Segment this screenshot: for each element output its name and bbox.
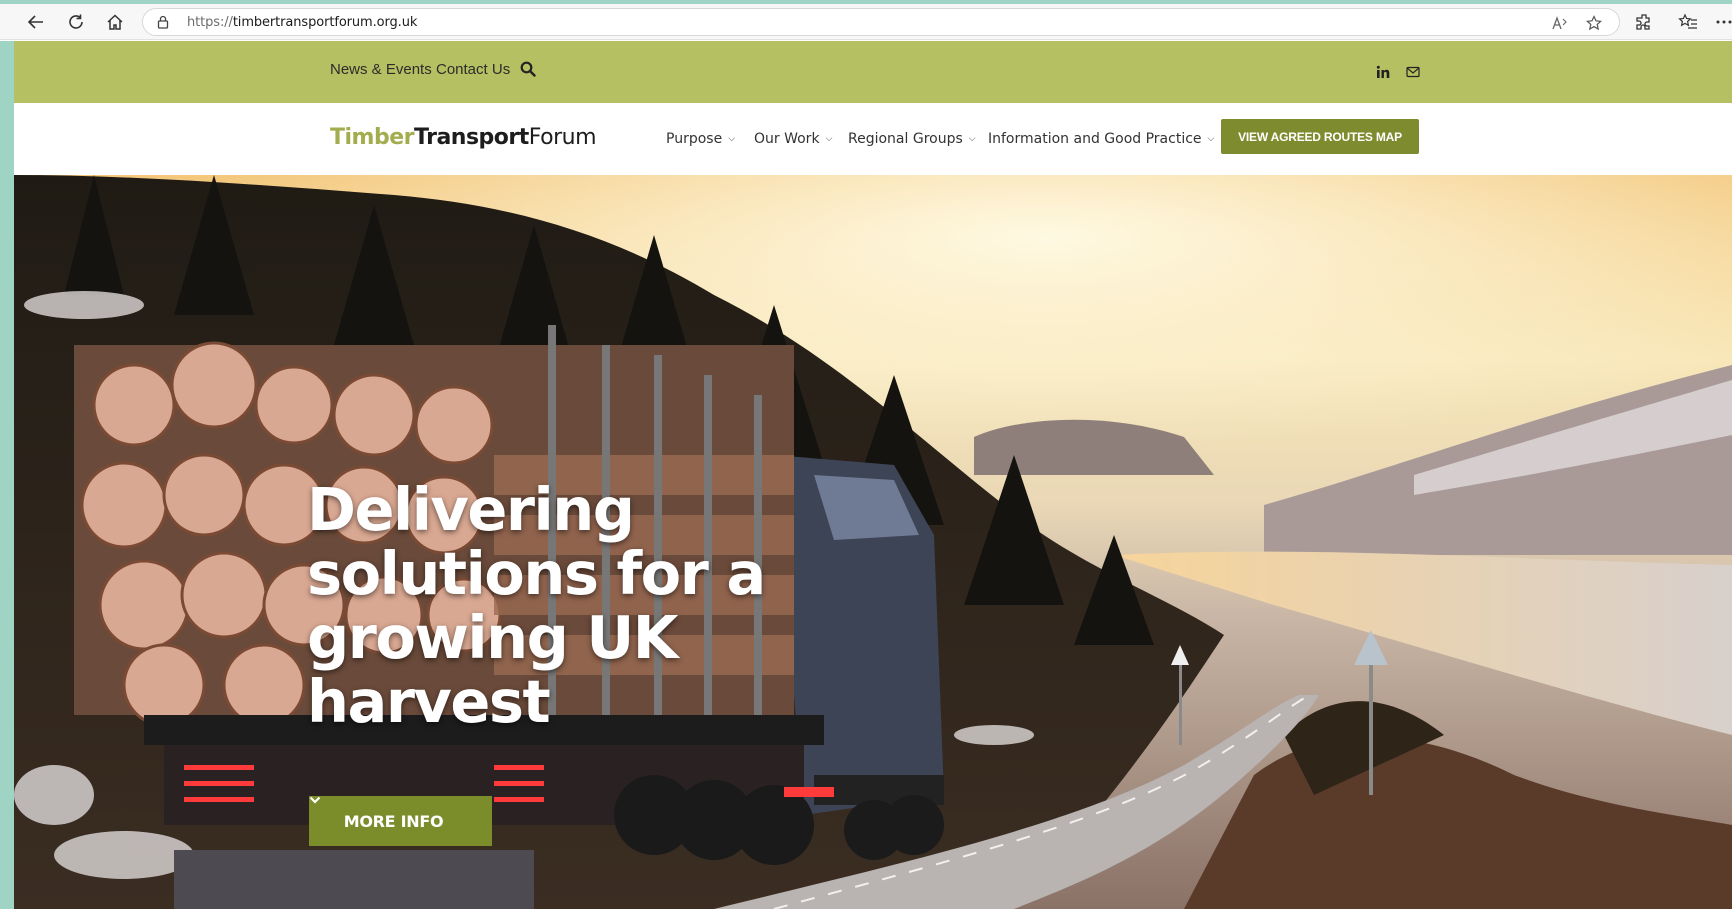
news-events-link[interactable]: News & Events [330, 61, 432, 78]
more-info-button[interactable]: MORE INFO [309, 796, 492, 846]
nav-item-label: Our Work [754, 131, 820, 147]
url-protocol: https:// [187, 15, 233, 30]
browser-toolbar: https://timbertransportforum.org.uk [0, 4, 1732, 40]
contact-us-link[interactable]: Contact Us [436, 61, 510, 78]
nav-item-label: Regional Groups [848, 131, 963, 147]
headline-line: solutions for a [307, 539, 766, 608]
refresh-icon[interactable] [62, 9, 90, 35]
hero-section: Delivering solutions for a growing UK ha… [14, 175, 1732, 909]
nav-item-information-good-practice[interactable]: Information and Good Practice ⌵ [988, 131, 1214, 147]
chevron-down-icon: ⌵ [825, 134, 833, 144]
nav-item-label: Purpose [666, 131, 723, 147]
read-aloud-icon[interactable] [1550, 14, 1570, 32]
logo-timber: Timber [330, 125, 415, 150]
hero-headline: Delivering solutions for a growing UK ha… [307, 478, 867, 734]
main-navigation: TimberTransportForum Purpose ⌵ Our Work … [14, 103, 1732, 175]
utility-bar: News & Events Contact Us [14, 41, 1732, 103]
favorite-star-icon[interactable] [1584, 14, 1604, 32]
linkedin-icon[interactable] [1374, 63, 1392, 81]
search-icon[interactable] [520, 61, 538, 79]
view-agreed-routes-map-button[interactable]: VIEW AGREED ROUTES MAP [1221, 119, 1419, 154]
logo-transport: Transport [414, 125, 529, 150]
hero-background-image [14, 175, 1732, 909]
window-left-edge [0, 41, 14, 909]
more-icon[interactable] [1710, 9, 1732, 35]
chevron-down-icon: ⌵ [728, 134, 736, 144]
back-icon[interactable] [22, 9, 50, 35]
favorites-list-icon[interactable] [1674, 9, 1702, 35]
extensions-icon[interactable] [1630, 9, 1658, 35]
url-text[interactable]: https://timbertransportforum.org.uk [187, 15, 417, 30]
headline-line: growing UK [307, 603, 679, 672]
nav-item-our-work[interactable]: Our Work ⌵ [754, 131, 832, 147]
url-host: timbertransportforum.org.uk [232, 15, 418, 30]
nav-item-label: Information and Good Practice [988, 131, 1202, 147]
lock-icon[interactable] [157, 15, 169, 34]
headline-line: harvest [307, 667, 551, 736]
email-icon[interactable] [1404, 63, 1422, 81]
chevron-down-icon: ⌵ [968, 134, 976, 144]
nav-item-regional-groups[interactable]: Regional Groups ⌵ [848, 131, 976, 147]
nav-item-purpose[interactable]: Purpose ⌵ [666, 131, 735, 147]
logo-forum: Forum [528, 125, 597, 150]
home-icon[interactable] [101, 9, 129, 35]
site-logo[interactable]: TimberTransportForum [330, 125, 597, 150]
page-viewport: News & Events Contact Us TimberTransport… [14, 41, 1732, 909]
address-bar[interactable]: https://timbertransportforum.org.uk [142, 8, 1620, 36]
more-info-label: MORE INFO [343, 811, 444, 831]
headline-line: Delivering [307, 475, 635, 544]
chevron-down-icon: ⌵ [1207, 134, 1215, 144]
